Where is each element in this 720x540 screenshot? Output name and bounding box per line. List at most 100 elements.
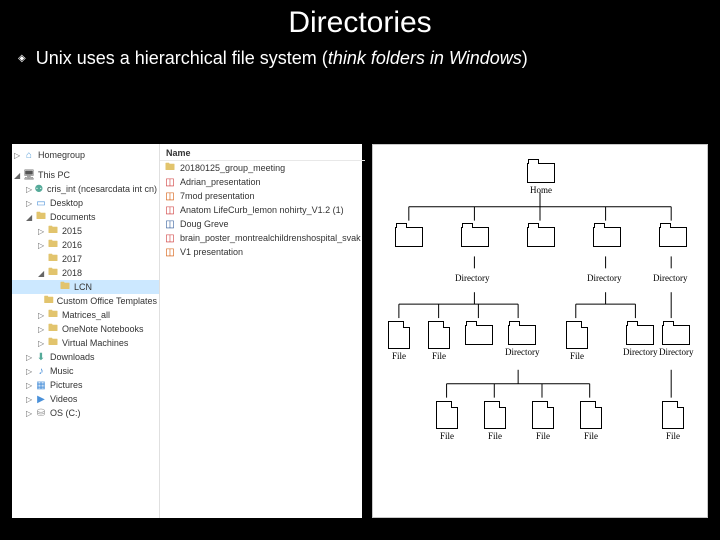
node-file: File <box>388 321 410 361</box>
item-label: V1 presentation <box>180 247 243 257</box>
node-label: File <box>566 351 588 361</box>
nav-label: 2017 <box>62 254 82 264</box>
content-item[interactable]: ◫ Adrian_presentation <box>160 175 365 189</box>
node-label: Directory <box>505 347 539 357</box>
folder-icon: 🖿 <box>47 253 59 265</box>
videos-icon: ▶ <box>35 393 47 405</box>
item-label: 20180125_group_meeting <box>180 163 285 173</box>
node-label: File <box>580 431 602 441</box>
folder-icon: 🖿 <box>47 323 59 335</box>
nav-homegroup[interactable]: ▷⌂Homegroup <box>12 148 159 162</box>
content-item[interactable]: ◫ Doug Greve <box>160 217 365 231</box>
node-label: File <box>484 431 506 441</box>
folder-icon: 🖿 <box>164 162 176 174</box>
nav-label: cris_int (ncesarcdata int cn) <box>47 184 157 194</box>
node-label: File <box>436 431 458 441</box>
nav-osc[interactable]: ▷⛁OS (C:) <box>12 406 159 420</box>
nav-custom-templates[interactable]: 🖿Custom Office Templates <box>12 294 159 308</box>
node-directory: Directory <box>505 325 539 357</box>
item-label: 7mod presentation <box>180 191 255 201</box>
homegroup-icon: ⌂ <box>23 149 35 161</box>
bullet-text: Unix uses a hierarchical file system (th… <box>36 48 528 69</box>
pdf-icon: ◫ <box>164 232 176 244</box>
explorer-panel: ▷⌂Homegroup ◢🖥This PC ▷⚉cris_int (ncesar… <box>12 144 362 518</box>
nav-music[interactable]: ▷♪Music <box>12 364 159 378</box>
nav-videos[interactable]: ▷▶Videos <box>12 392 159 406</box>
content-item[interactable]: ◫ 7mod presentation <box>160 189 365 203</box>
content-item[interactable]: 🖿 20180125_group_meeting <box>160 161 365 175</box>
bullet-italic: think folders in Windows <box>328 48 522 68</box>
nav-label: Custom Office Templates <box>57 296 157 306</box>
node-home: Home <box>527 163 555 195</box>
nav-label: Virtual Machines <box>62 338 128 348</box>
pictures-icon: ▦ <box>35 379 47 391</box>
node-label: Home <box>527 185 555 195</box>
nav-2018[interactable]: ◢🖿2018 <box>12 266 159 280</box>
item-label: Adrian_presentation <box>180 177 261 187</box>
bullet-plain: Unix uses a hierarchical file system ( <box>36 48 328 68</box>
nav-2017[interactable]: 🖿2017 <box>12 252 159 266</box>
nav-label: Documents <box>50 212 96 222</box>
node-file: File <box>662 401 684 441</box>
node-label: Directory <box>623 347 657 357</box>
documents-icon: 🖿 <box>35 211 47 223</box>
item-label: brain_poster_montrealchildrenshospital_s… <box>180 233 361 243</box>
node-folder <box>395 227 423 247</box>
slide-title: Directories <box>0 0 720 40</box>
item-label: Anatom LifeCurb_lemon nohirty_V1.2 (1) <box>180 205 344 215</box>
nav-pictures[interactable]: ▷▦Pictures <box>12 378 159 392</box>
node-file: File <box>484 401 506 441</box>
node-label: Directory <box>587 273 621 283</box>
nav-label: Homegroup <box>38 150 85 160</box>
nav-onenote[interactable]: ▷🖿OneNote Notebooks <box>12 322 159 336</box>
nav-vms[interactable]: ▷🖿Virtual Machines <box>12 336 159 350</box>
content-item[interactable]: ◫ Anatom LifeCurb_lemon nohirty_V1.2 (1) <box>160 203 365 217</box>
node-label: Directory <box>455 273 489 283</box>
music-icon: ♪ <box>35 365 47 377</box>
nav-label: OS (C:) <box>50 408 81 418</box>
node-file: File <box>532 401 554 441</box>
folder-icon: 🖿 <box>44 295 54 307</box>
bullet-icon: ◈ <box>18 53 26 64</box>
content-item[interactable]: ◫ brain_poster_montrealchildrenshospital_… <box>160 231 365 245</box>
nav-desktop[interactable]: ▷▭Desktop <box>12 196 159 210</box>
node-label: File <box>428 351 450 361</box>
node-folder <box>659 227 687 247</box>
word-icon: ◫ <box>164 218 176 230</box>
content-item[interactable]: ◫ V1 presentation <box>160 245 365 259</box>
disk-icon: ⛁ <box>35 407 47 419</box>
bullet-row: ◈ Unix uses a hierarchical file system (… <box>0 40 720 69</box>
nav-lcn[interactable]: 🖿LCN <box>12 280 159 294</box>
node-directory: Directory <box>659 325 693 357</box>
ppt-icon: ◫ <box>164 190 176 202</box>
node-label: File <box>662 431 684 441</box>
hierarchy-diagram: Home Directory Directory Directory File … <box>379 151 701 511</box>
nav-documents[interactable]: ◢🖿Documents <box>12 210 159 224</box>
item-label: Doug Greve <box>180 219 229 229</box>
ppt-icon: ◫ <box>164 246 176 258</box>
node-file: File <box>428 321 450 361</box>
folder-icon: 🖿 <box>47 267 59 279</box>
node-directory: Directory <box>623 325 657 357</box>
folder-icon: 🖿 <box>59 281 71 293</box>
nav-this-pc[interactable]: ◢🖥This PC <box>12 168 159 182</box>
folder-icon: 🖿 <box>47 337 59 349</box>
nav-network-drive[interactable]: ▷⚉cris_int (ncesarcdata int cn) <box>12 182 159 196</box>
nav-label: Matrices_all <box>62 310 110 320</box>
node-directory: Directory <box>587 271 621 283</box>
nav-2016[interactable]: ▷🖿2016 <box>12 238 159 252</box>
nav-pane: ▷⌂Homegroup ◢🖥This PC ▷⚉cris_int (ncesar… <box>12 144 160 518</box>
node-label: File <box>532 431 554 441</box>
nav-2015[interactable]: ▷🖿2015 <box>12 224 159 238</box>
content-header-name[interactable]: Name <box>160 146 365 161</box>
nav-label: 2018 <box>62 268 82 278</box>
nav-label: Pictures <box>50 380 83 390</box>
nav-downloads[interactable]: ▷⬇Downloads <box>12 350 159 364</box>
pdf-icon: ◫ <box>164 176 176 188</box>
node-label: File <box>388 351 410 361</box>
nav-label: LCN <box>74 282 92 292</box>
nav-label: Desktop <box>50 198 83 208</box>
pdf-icon: ◫ <box>164 204 176 216</box>
nav-matrices[interactable]: ▷🖿Matrices_all <box>12 308 159 322</box>
node-folder <box>527 227 555 247</box>
